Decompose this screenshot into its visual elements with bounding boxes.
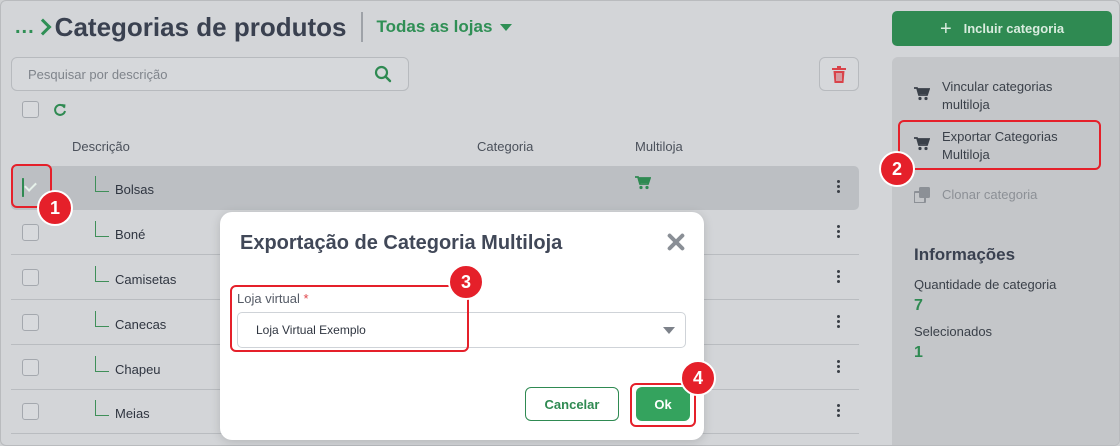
tree-branch-icon: [95, 356, 109, 372]
breadcrumb-back[interactable]: ...: [15, 16, 35, 39]
table-row[interactable]: Bolsas: [11, 166, 859, 210]
highlight-store-field: [230, 285, 469, 352]
annotation-badge: 4: [680, 360, 716, 396]
search-icon[interactable]: [374, 65, 392, 83]
highlight-export-item: [898, 120, 1101, 170]
tree-branch-icon: [95, 176, 109, 192]
column-header-multiloja: Multiloja: [635, 139, 683, 154]
cancel-button[interactable]: Cancelar: [525, 387, 619, 421]
row-checkbox[interactable]: [22, 269, 39, 286]
caret-down-icon: [500, 23, 513, 31]
row-checkbox[interactable]: [22, 403, 39, 420]
delete-button[interactable]: [819, 57, 859, 91]
clone-icon: [914, 187, 930, 203]
row-checkbox[interactable]: [22, 314, 39, 331]
info-section-title: Informações: [914, 245, 1016, 264]
page-header: ... Categorias de produtos Todas as loja…: [15, 9, 513, 45]
column-header-description: Descrição: [72, 139, 130, 154]
annotation-badge: 3: [448, 264, 484, 300]
row-description: Meias: [115, 406, 150, 421]
search-box: [11, 57, 409, 91]
sidebar-panel: Vincular categorias multiloja Exportar C…: [892, 57, 1119, 445]
tree-branch-icon: [95, 311, 109, 327]
include-category-label: Incluir categoria: [963, 21, 1065, 36]
tree-branch-icon: [95, 221, 109, 237]
row-description: Camisetas: [115, 272, 177, 287]
row-checkbox[interactable]: [22, 224, 39, 241]
page-title: Categorias de produtos: [54, 11, 347, 42]
row-checkbox[interactable]: [22, 359, 39, 376]
store-filter-dropdown[interactable]: Todas as lojas: [377, 17, 513, 37]
column-header-category: Categoria: [477, 139, 534, 154]
plus-icon: +: [939, 17, 952, 40]
close-icon[interactable]: [666, 232, 686, 252]
trash-icon: [832, 65, 846, 83]
annotation-badge: 1: [37, 190, 73, 226]
table-toolbar: [22, 101, 67, 118]
annotation-badge: 2: [879, 151, 915, 187]
include-category-button[interactable]: + Incluir categoria: [892, 11, 1112, 46]
row-more-menu[interactable]: [837, 180, 841, 195]
row-description: Boné: [115, 227, 146, 242]
caret-down-icon: [663, 327, 675, 334]
row-more-menu[interactable]: [837, 360, 841, 375]
row-more-menu[interactable]: [837, 225, 841, 240]
select-all-checkbox[interactable]: [22, 101, 39, 118]
tree-branch-icon: [95, 266, 109, 282]
row-description: Bolsas: [115, 182, 155, 197]
sidebar-item-label: Clonar categoria: [942, 187, 1038, 202]
chevron-right-icon: [34, 18, 52, 36]
row-description: Chapeu: [115, 362, 161, 377]
sidebar-item-label: Vincular categorias: [942, 79, 1053, 94]
row-description: Canecas: [115, 317, 167, 332]
tree-branch-icon: [95, 400, 109, 416]
cart-icon: [914, 87, 930, 101]
sidebar-item-label: multiloja: [942, 97, 990, 112]
row-more-menu[interactable]: [837, 404, 841, 419]
row-more-menu[interactable]: [837, 270, 841, 285]
refresh-icon[interactable]: [53, 103, 67, 117]
multiloja-cart-icon: [635, 176, 651, 190]
selected-value: 1: [914, 344, 923, 361]
title-divider: [360, 12, 363, 42]
dialog-title: Exportação de Categoria Multiloja: [240, 232, 563, 254]
store-filter-label: Todas as lojas: [376, 17, 493, 36]
row-more-menu[interactable]: [837, 315, 841, 330]
selected-label: Selecionados: [914, 324, 993, 339]
quantity-value: 7: [914, 297, 923, 314]
quantity-label: Quantidade de categoria: [914, 277, 1057, 292]
search-input[interactable]: [28, 66, 374, 82]
